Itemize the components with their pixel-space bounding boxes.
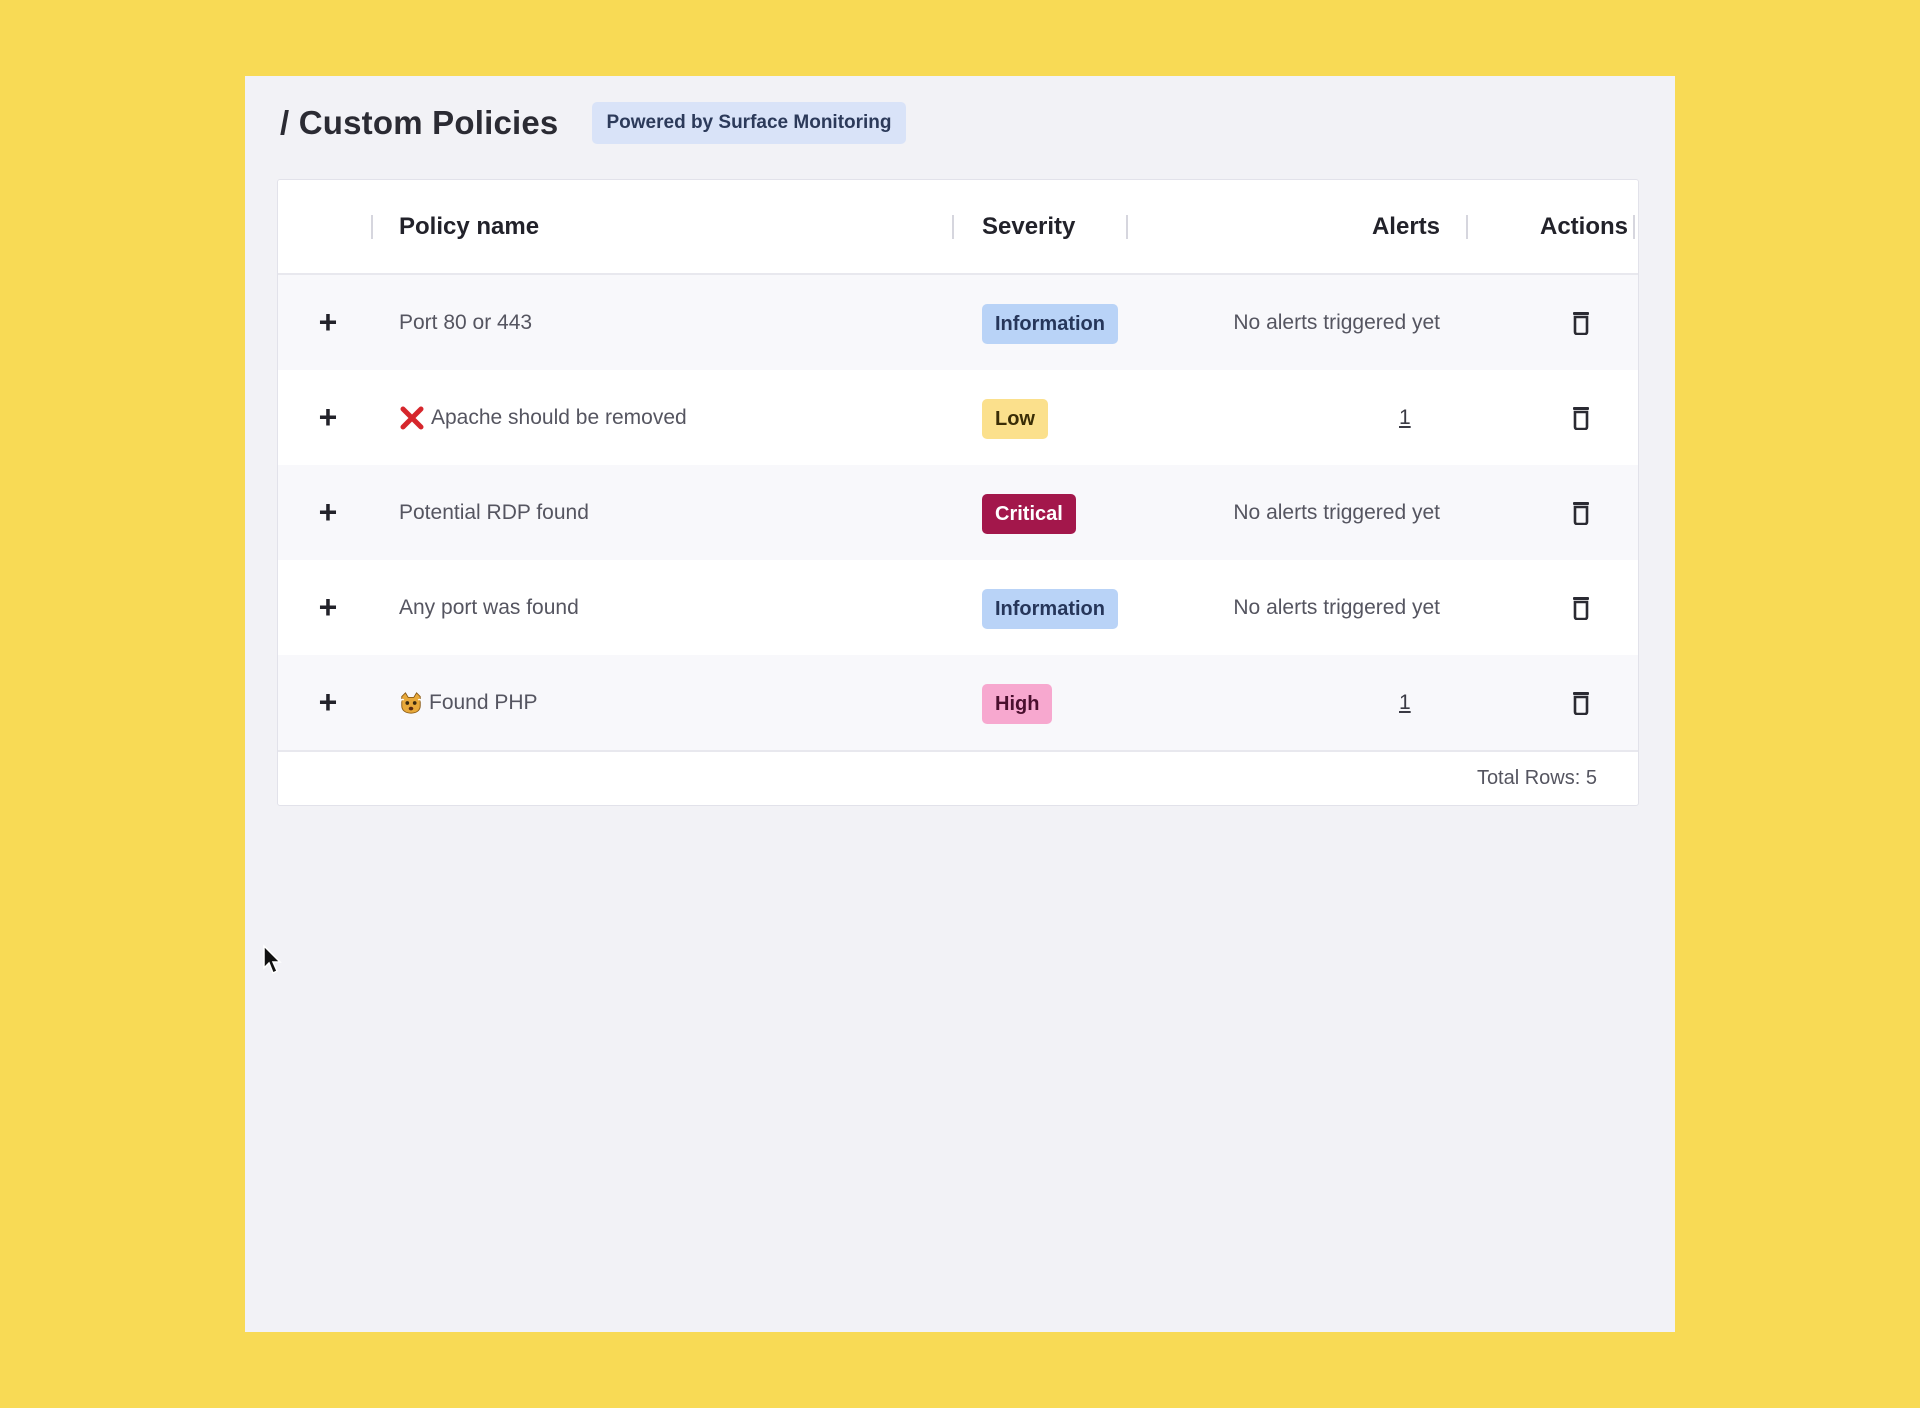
alerts-count-link[interactable]: 1 — [1399, 370, 1411, 465]
policy-name: Port 80 or 443 — [399, 310, 533, 334]
severity-badge: High — [982, 684, 1053, 724]
column-header-actions: Actions — [1539, 213, 1628, 240]
powered-by-badge: Powered by Surface Monitoring — [592, 102, 906, 144]
policy-name-cell: Found PHP — [399, 655, 538, 750]
severity-badge: Information — [982, 589, 1118, 629]
expand-row-button[interactable]: + — [308, 302, 348, 342]
policy-name-cell: Any port was found — [399, 560, 579, 655]
expand-row-button[interactable]: + — [308, 587, 348, 627]
table-row: + Found PHP High 1 — [278, 655, 1638, 750]
expand-row-button[interactable]: + — [308, 397, 348, 437]
expand-row-button[interactable]: + — [308, 492, 348, 532]
policy-name-cell: Apache should be removed — [399, 370, 687, 465]
column-resize-handle[interactable] — [1126, 215, 1128, 239]
severity-badge: Information — [982, 304, 1118, 344]
delete-policy-trash-icon[interactable] — [1570, 501, 1592, 526]
column-header-policy-name[interactable]: Policy name — [399, 180, 539, 273]
policy-name-cell: Potential RDP found — [399, 465, 589, 560]
expand-row-button[interactable]: + — [308, 682, 348, 722]
column-header-alerts[interactable]: Alerts — [1372, 180, 1440, 273]
policies-table: Policy name Severity Alerts Actions + Por… — [277, 179, 1639, 806]
delete-policy-trash-icon[interactable] — [1570, 596, 1592, 621]
alerts-status: No alerts triggered yet — [1233, 501, 1440, 524]
column-resize-handle[interactable] — [371, 215, 373, 239]
policy-name: Apache should be removed — [431, 405, 687, 429]
table-row: + Apache should be removed Low 1 — [278, 370, 1638, 465]
column-header-severity[interactable]: Severity — [982, 180, 1075, 273]
policy-name: Found PHP — [429, 690, 538, 714]
table-footer: Total Rows: 5 — [278, 750, 1638, 805]
page-title: / Custom Policies — [280, 104, 559, 141]
policy-name: Any port was found — [399, 595, 579, 619]
alerts-count-link[interactable]: 1 — [1399, 655, 1411, 750]
table-header: Policy name Severity Alerts Actions — [278, 180, 1638, 275]
cross-mark-icon — [399, 405, 425, 431]
scared-cat-icon — [399, 691, 423, 715]
severity-badge: Critical — [982, 494, 1076, 534]
table-body: + Port 80 or 443 Information No alerts trig… — [278, 275, 1638, 750]
policy-name-cell: Port 80 or 443 — [399, 275, 532, 370]
mouse-cursor-icon — [263, 944, 282, 975]
delete-policy-trash-icon[interactable] — [1570, 691, 1592, 716]
column-resize-handle[interactable] — [1633, 215, 1635, 239]
page-header: / Custom Policies Powered by Surface Mon… — [280, 102, 906, 144]
table-row: + Potential RDP found Critical No alerts tr… — [278, 465, 1638, 560]
column-resize-handle[interactable] — [1466, 215, 1468, 239]
total-rows-label: Total Rows: 5 — [1476, 767, 1597, 789]
alerts-status: No alerts triggered yet — [1233, 311, 1440, 334]
delete-policy-trash-icon[interactable] — [1570, 406, 1592, 431]
column-resize-handle[interactable] — [952, 215, 954, 239]
severity-badge: Low — [982, 399, 1048, 439]
delete-policy-trash-icon[interactable] — [1570, 311, 1592, 336]
policy-name: Potential RDP found — [399, 500, 589, 524]
table-row: + Any port was found Information No alerts … — [278, 560, 1638, 655]
table-row: + Port 80 or 443 Information No alerts trig… — [278, 275, 1638, 370]
main-panel: / Custom Policies Powered by Surface Mon… — [245, 76, 1675, 1332]
alerts-status: No alerts triggered yet — [1233, 596, 1440, 619]
